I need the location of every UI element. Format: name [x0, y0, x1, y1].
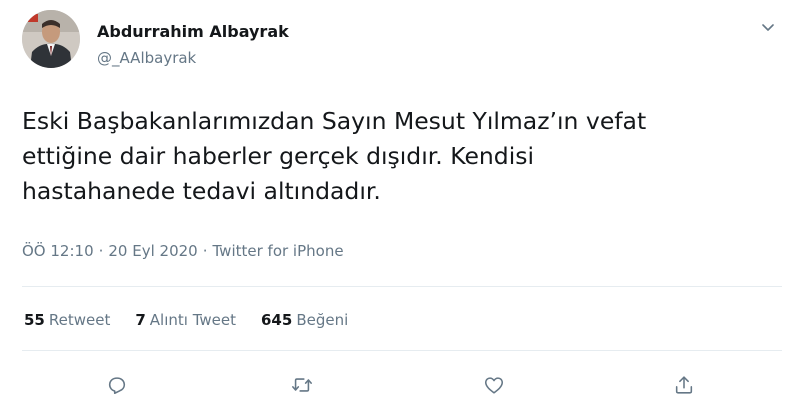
tweet-actions — [0, 370, 800, 400]
tweet-time[interactable]: ÖÖ 12:10 — [22, 242, 94, 260]
reply-button[interactable] — [102, 370, 132, 400]
retweets-stat[interactable]: 55 Retweet — [24, 311, 110, 329]
tweet-source[interactable]: Twitter for iPhone — [213, 242, 344, 260]
divider — [22, 286, 782, 287]
meta-separator: · — [98, 242, 104, 260]
tweet-text: Eski Başbakanlarımızdan Sayın Mesut Yılm… — [22, 104, 782, 209]
tweet-text-line: Eski Başbakanlarımızdan Sayın Mesut Yılm… — [22, 107, 647, 135]
more-options-button[interactable] — [755, 14, 781, 40]
meta-separator: · — [202, 242, 208, 260]
quote-tweets-label: Alıntı Tweet — [149, 311, 236, 329]
retweets-count: 55 — [24, 311, 45, 329]
share-button[interactable] — [669, 370, 699, 400]
quote-tweets-count: 7 — [135, 311, 146, 329]
divider — [22, 350, 782, 351]
tweet-stats: 55 Retweet 7 Alıntı Tweet 645 Beğeni — [24, 311, 373, 329]
retweets-label: Retweet — [48, 311, 111, 329]
avatar[interactable] — [22, 10, 80, 68]
quote-tweets-stat[interactable]: 7 Alıntı Tweet — [135, 311, 236, 329]
likes-count: 645 — [261, 311, 293, 329]
share-icon — [675, 376, 693, 394]
reply-icon — [108, 377, 126, 395]
tweet-meta: ÖÖ 12:10 · 20 Eyl 2020 · Twitter for iPhone — [22, 242, 344, 260]
author-name[interactable]: Abdurrahim Albayrak — [97, 22, 289, 41]
likes-stat[interactable]: 645 Beğeni — [261, 311, 348, 329]
avatar-photo — [22, 10, 80, 68]
tweet-text-line: ettiğine dair haberler gerçek dışıdır. K… — [22, 142, 535, 170]
tweet-text-line: hastahanede tedavi altındadır. — [22, 177, 381, 205]
heart-icon — [484, 377, 504, 394]
tweet-date[interactable]: 20 Eyl 2020 — [108, 242, 197, 260]
likes-label: Beğeni — [296, 311, 349, 329]
chevron-down-icon — [762, 24, 774, 31]
tweet-card: Abdurrahim Albayrak @_AAlbayrak Eski Baş… — [0, 0, 800, 418]
retweet-icon — [292, 378, 312, 392]
author-handle[interactable]: @_AAlbayrak — [97, 49, 196, 67]
like-button[interactable] — [479, 370, 509, 400]
retweet-button[interactable] — [287, 370, 317, 400]
